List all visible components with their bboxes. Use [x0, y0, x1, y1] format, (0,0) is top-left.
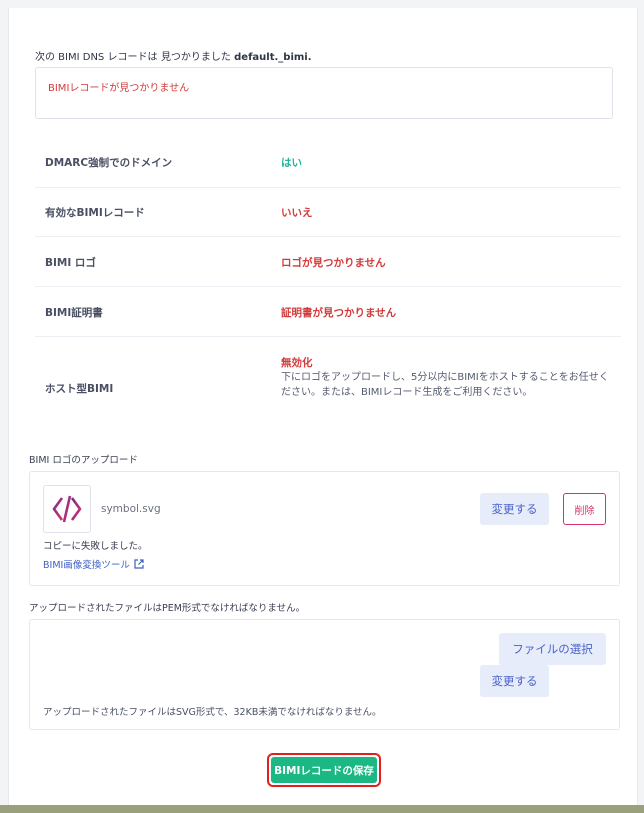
- bimi-logo-icon: [52, 495, 82, 523]
- status-row-hosted-bimi: ホスト型BIMI 無効化 下にロゴをアップロードし、5分以内にBIMIをホストす…: [35, 337, 621, 429]
- save-bimi-record-button[interactable]: BIMIレコードの保存: [267, 753, 381, 787]
- status-label: DMARC強制でのドメイン: [45, 157, 173, 169]
- status-row-dmarc: DMARC強制でのドメイン はい: [35, 137, 621, 188]
- dns-heading: 次の BIMI DNS レコードは 見つかりました default._bimi.: [35, 48, 312, 63]
- bimi-image-tool-link[interactable]: BIMI画像変換ツール: [43, 557, 144, 571]
- status-label: 有効なBIMIレコード: [45, 207, 145, 219]
- dns-record-box: BIMIレコードが見つかりません: [35, 67, 613, 119]
- dns-heading-prefix: 次の BIMI DNS レコードは: [35, 52, 158, 63]
- status-label: ホスト型BIMI: [45, 383, 114, 395]
- change-cert-button[interactable]: 変更する: [480, 665, 549, 697]
- copy-failed-message: コピーに失敗しました。: [43, 541, 148, 552]
- status-row-bimi-cert: BIMI証明書 証明書が見つかりません: [35, 287, 621, 337]
- bimi-settings-page: 次の BIMI DNS レコードは 見つかりました default._bimi.…: [8, 8, 638, 805]
- dns-error-message: BIMIレコードが見つかりません: [48, 83, 190, 94]
- save-bimi-record-label[interactable]: BIMIレコードの保存: [271, 757, 377, 783]
- status-label: BIMI証明書: [45, 307, 103, 319]
- change-logo-button[interactable]: 変更する: [480, 493, 549, 525]
- bimi-image-tool-link-text[interactable]: BIMI画像変換ツール: [43, 557, 130, 571]
- status-value: はい: [281, 157, 302, 169]
- logo-preview: [43, 485, 91, 533]
- status-value: 証明書が見つかりません: [281, 307, 397, 319]
- status-value: ロゴが見つかりません: [281, 257, 386, 269]
- choose-file-button[interactable]: ファイルの選択: [499, 633, 606, 665]
- status-value: いいえ: [281, 207, 313, 219]
- dns-record-name: default._bimi.: [234, 52, 312, 63]
- logo-upload-label: BIMI ロゴのアップロード: [29, 455, 138, 466]
- status-value: 無効化: [281, 357, 313, 369]
- dns-heading-middle: 見つかりました: [160, 52, 231, 63]
- cert-upload-card: ファイルの選択 変更する アップロードされたファイルはSVG形式で、32KB未満…: [29, 619, 620, 730]
- bottom-bar: [0, 805, 644, 813]
- logo-file-name: symbol.svg: [101, 503, 161, 515]
- svg-format-note: アップロードされたファイルはSVG形式で、32KB未満でなければなりません。: [43, 707, 382, 718]
- delete-logo-button[interactable]: 削除: [563, 493, 606, 525]
- status-label: BIMI ロゴ: [45, 257, 96, 269]
- status-row-bimi-record: 有効なBIMIレコード いいえ: [35, 187, 621, 237]
- external-link-icon: [134, 559, 144, 569]
- logo-upload-card: symbol.svg 変更する 削除 コピーに失敗しました。 BIMI画像変換ツ…: [29, 471, 620, 586]
- cert-upload-label: アップロードされたファイルはPEM形式でなければなりません。: [29, 603, 306, 614]
- hosted-bimi-description: 下にロゴをアップロードし、5分以内にBIMIをホストすることをお任せください。ま…: [281, 372, 609, 398]
- status-row-bimi-logo: BIMI ロゴ ロゴが見つかりません: [35, 237, 621, 287]
